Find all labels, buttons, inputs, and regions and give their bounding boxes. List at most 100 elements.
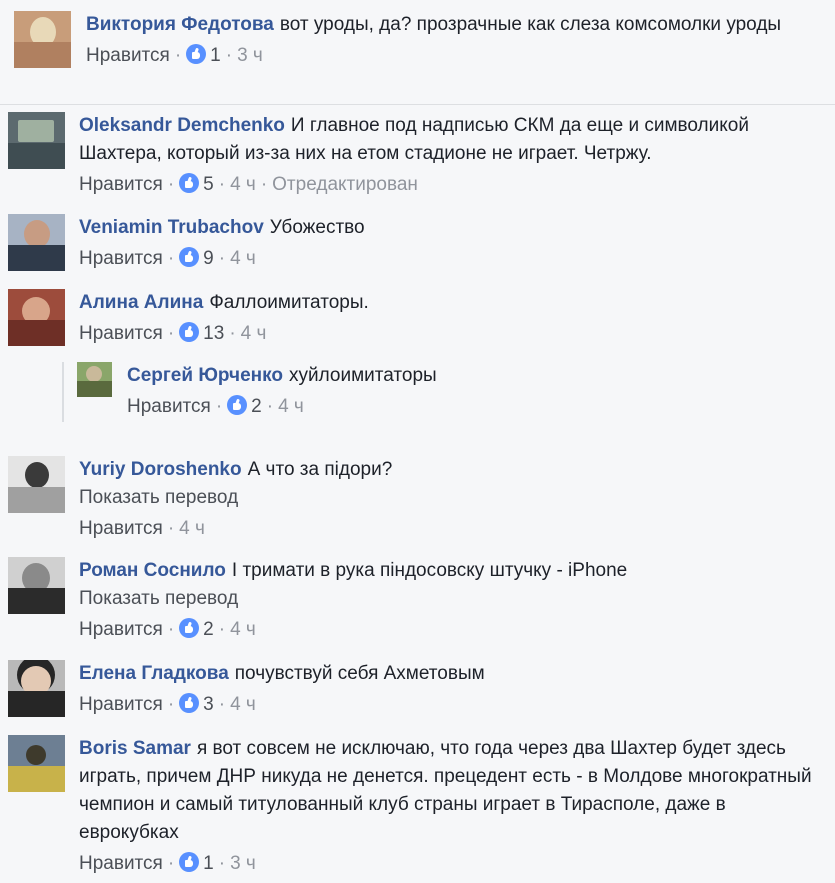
comment-author-link[interactable]: Boris Samar: [79, 738, 191, 759]
like-link[interactable]: Нравится: [79, 323, 163, 344]
like-reaction-icon[interactable]: [179, 322, 200, 342]
separator-dot: ·: [218, 694, 226, 715]
like-reaction-icon[interactable]: [186, 44, 207, 64]
comment-timestamp[interactable]: 4 ч: [230, 619, 256, 640]
show-translation-link[interactable]: Показать перевод: [79, 484, 825, 512]
comment-text-line: Алина Алина Фаллоимитаторы.: [79, 289, 825, 317]
comment: Boris Samar я вот совсем не исключаю, что…: [0, 729, 835, 883]
comment-body: Сергей Юрченко хуйлоимитаторы Нравится · 2 ·…: [127, 362, 825, 421]
separator-dot: ·: [218, 248, 226, 269]
avatar-shoulders-shape: [8, 487, 65, 513]
avatar-head-shape: [18, 120, 54, 142]
comment-author-link[interactable]: Виктория Федотова: [86, 14, 274, 35]
avatar[interactable]: [8, 557, 65, 614]
avatar[interactable]: [8, 456, 65, 513]
separator-dot: ·: [167, 323, 175, 344]
comment-timestamp[interactable]: 4 ч: [230, 694, 256, 715]
comment-timestamp[interactable]: 3 ч: [230, 853, 256, 874]
like-count[interactable]: 5: [203, 174, 214, 195]
comment-timestamp[interactable]: 4 ч: [241, 323, 267, 344]
separator-dot: ·: [266, 396, 274, 417]
avatar-shoulders-shape: [77, 381, 112, 397]
avatar-shoulders-shape: [14, 42, 71, 68]
avatar-shoulders-shape: [8, 766, 65, 792]
comment-text: почувствуй себя Ахметовым: [234, 663, 485, 684]
avatar[interactable]: [8, 660, 65, 717]
comment-body: Роман Соснило І тримати в рука піндосовск…: [79, 557, 825, 644]
like-link[interactable]: Нравится: [79, 518, 163, 539]
avatar-shoulders-shape: [8, 245, 65, 271]
comment-body: Veniamin Trubachov Убожество Нравится · 9 · 4…: [79, 214, 825, 273]
avatar[interactable]: [8, 289, 65, 346]
like-link[interactable]: Нравится: [79, 694, 163, 715]
avatar[interactable]: [8, 214, 65, 271]
avatar[interactable]: [14, 11, 71, 68]
comment: Алина Алина Фаллоимитаторы. Нравится · 13 · 4…: [0, 282, 835, 354]
comment: Yuriy Doroshenko А что за підори? Показат…: [0, 448, 835, 548]
comment-author-link[interactable]: Yuriy Doroshenko: [79, 459, 242, 480]
like-reaction-icon[interactable]: [227, 395, 248, 415]
separator-dot: ·: [218, 619, 226, 640]
comment-author-link[interactable]: Oleksandr Demchenko: [79, 115, 285, 136]
comment-text-line: Oleksandr Demchenko И главное под надпись…: [79, 112, 825, 168]
comment-text: Фаллоимитаторы.: [209, 292, 369, 313]
separator-dot: ·: [167, 174, 175, 195]
comment-text-line: Veniamin Trubachov Убожество: [79, 214, 825, 242]
edited-label[interactable]: Отредактирован: [272, 174, 418, 195]
avatar-shoulders-shape: [8, 143, 65, 169]
avatar-head-shape: [26, 745, 46, 765]
comment-body: Виктория Федотова вот уроды, да? прозрачн…: [86, 11, 825, 70]
like-reaction-icon[interactable]: [179, 852, 200, 872]
comment-timestamp[interactable]: 4 ч: [230, 174, 256, 195]
like-count[interactable]: 3: [203, 694, 214, 715]
comment: Роман Соснило І тримати в рука піндосовск…: [0, 551, 835, 651]
like-count[interactable]: 2: [203, 619, 214, 640]
separator-dot: ·: [218, 853, 226, 874]
comment-timestamp[interactable]: 4 ч: [179, 518, 205, 539]
comment-meta: Нравится · 4 ч: [79, 515, 825, 543]
like-reaction-icon[interactable]: [179, 173, 200, 193]
like-reaction-icon[interactable]: [179, 618, 200, 638]
separator-dot: ·: [215, 396, 223, 417]
like-link[interactable]: Нравится: [127, 396, 211, 417]
comment-text-line: Сергей Юрченко хуйлоимитаторы: [127, 362, 825, 390]
comment-body: Yuriy Doroshenko А что за підори? Показат…: [79, 456, 825, 543]
like-link[interactable]: Нравится: [79, 248, 163, 269]
comment-timestamp[interactable]: 4 ч: [278, 396, 304, 417]
avatar[interactable]: [77, 362, 112, 397]
show-translation-link[interactable]: Показать перевод: [79, 585, 825, 613]
comment-body: Oleksandr Demchenko И главное под надпись…: [79, 112, 825, 199]
comment-meta: Нравится · 5 · 4 ч · Отредактирован: [79, 171, 825, 199]
like-link[interactable]: Нравится: [79, 853, 163, 874]
comment-body: Елена Гладкова почувствуй себя Ахметовым …: [79, 660, 825, 719]
like-link[interactable]: Нравится: [86, 45, 170, 66]
comment-meta: Нравится · 2 · 4 ч: [79, 616, 825, 644]
like-count[interactable]: 2: [251, 396, 262, 417]
like-count[interactable]: 1: [203, 853, 214, 874]
comment-text: хуйлоимитаторы: [289, 365, 437, 386]
comment-author-link[interactable]: Veniamin Trubachov: [79, 217, 264, 238]
like-link[interactable]: Нравится: [79, 619, 163, 640]
comment-meta: Нравится · 13 · 4 ч: [79, 320, 825, 348]
comment-timestamp[interactable]: 3 ч: [237, 45, 263, 66]
like-count[interactable]: 13: [203, 323, 224, 344]
comment-author-link[interactable]: Елена Гладкова: [79, 663, 229, 684]
avatar-head-shape: [24, 220, 50, 248]
like-count[interactable]: 1: [210, 45, 221, 66]
reply-comment: Сергей Юрченко хуйлоимитаторы Нравится · 2 ·…: [0, 356, 835, 428]
like-link[interactable]: Нравится: [79, 174, 163, 195]
comment-meta: Нравится · 1 · 3 ч: [86, 42, 825, 70]
like-reaction-icon[interactable]: [179, 693, 200, 713]
comment-timestamp[interactable]: 4 ч: [230, 248, 256, 269]
comment-author-link[interactable]: Сергей Юрченко: [127, 365, 283, 386]
avatar-head-shape: [86, 366, 102, 382]
comment-author-link[interactable]: Роман Соснило: [79, 560, 226, 581]
avatar[interactable]: [8, 735, 65, 792]
comment-author-link[interactable]: Алина Алина: [79, 292, 203, 313]
like-reaction-icon[interactable]: [179, 247, 200, 267]
comment: Oleksandr Demchenko И главное под надпись…: [0, 105, 835, 205]
separator-dot: ·: [174, 45, 182, 66]
avatar[interactable]: [8, 112, 65, 169]
avatar-shoulders-shape: [8, 691, 65, 717]
like-count[interactable]: 9: [203, 248, 214, 269]
